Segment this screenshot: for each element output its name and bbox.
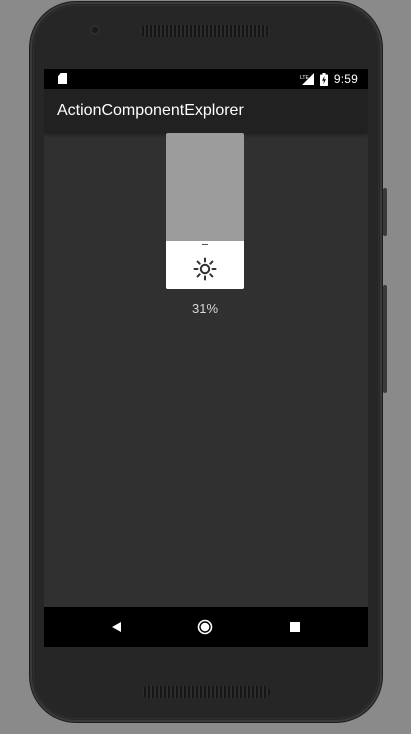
status-time: 9:59 [333,72,358,86]
front-camera [90,25,100,35]
brightness-slider-fill[interactable] [166,240,244,289]
battery-charging-icon [319,72,328,86]
home-circle-icon [197,619,213,635]
slider-handle[interactable] [202,243,208,246]
app-title: ActionComponentExplorer [57,102,244,119]
home-button[interactable] [195,617,215,637]
cell-signal-icon: LTE [300,73,314,85]
back-button[interactable] [106,617,126,637]
status-bar: LTE 9:59 [44,69,368,89]
back-triangle-icon [112,622,121,632]
top-speaker-grille [140,25,270,37]
recents-square-icon [290,622,300,632]
volume-button[interactable] [383,285,387,393]
brightness-value-label: 31% [191,301,219,316]
device-screen: LTE 9:59 ActionComponentExplorer 31% [44,69,368,647]
power-button[interactable] [383,188,387,236]
navigation-bar [44,607,368,647]
brightness-slider[interactable] [166,133,244,289]
svg-text:LTE: LTE [300,75,309,81]
sd-card-icon [58,73,67,84]
app-bar: ActionComponentExplorer [44,89,368,133]
status-indicators: LTE 9:59 [300,72,358,86]
bottom-speaker-grille [142,686,270,698]
brightness-icon [193,257,217,281]
recents-button[interactable] [285,617,305,637]
